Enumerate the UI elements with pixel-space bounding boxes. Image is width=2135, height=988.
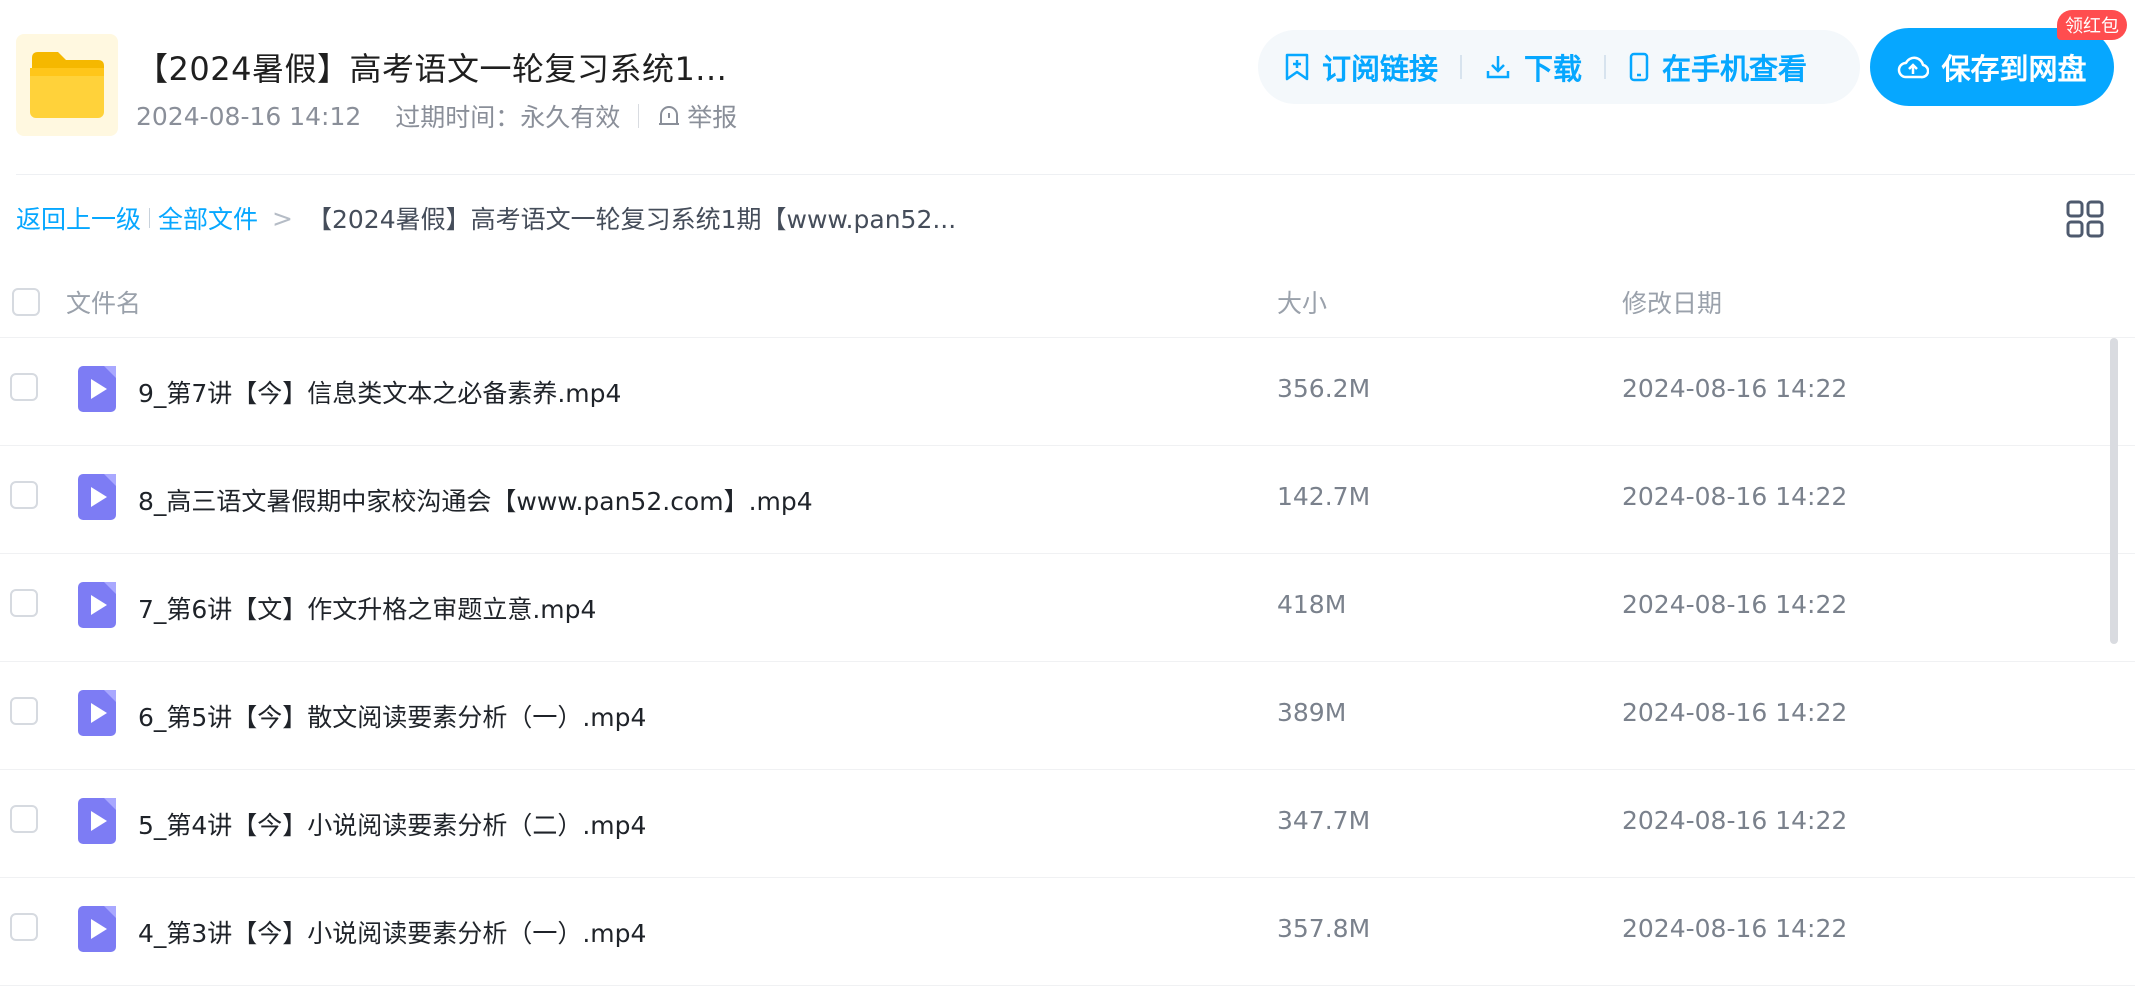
file-size: 389M: [1277, 698, 1347, 727]
row-checkbox[interactable]: [10, 697, 38, 725]
header-divider: [16, 174, 2135, 175]
row-checkbox[interactable]: [10, 913, 38, 941]
table-header: 文件名 大小 修改日期: [0, 270, 2135, 338]
meta-divider: [638, 104, 640, 128]
video-file-icon: [78, 474, 116, 520]
file-size: 418M: [1277, 590, 1347, 619]
report-label: 举报: [687, 103, 738, 132]
file-date: 2024-08-16 14:22: [1622, 698, 1848, 727]
expire-info: 过期时间：永久有效: [395, 103, 621, 132]
all-files-link[interactable]: 全部文件: [158, 200, 258, 236]
breadcrumb-divider: [149, 208, 151, 228]
breadcrumb-current: 【2024暑假】高考语文一轮复习系统1期【www.pan52...: [306, 205, 957, 234]
column-date-header[interactable]: 修改日期: [1622, 284, 1722, 320]
row-checkbox[interactable]: [10, 481, 38, 509]
file-date: 2024-08-16 14:22: [1622, 914, 1848, 943]
action-divider: [1604, 55, 1607, 79]
table-row[interactable]: 8_高三语文暑假期中家校沟通会【www.pan52.com】.mp4 142.7…: [0, 446, 2135, 554]
table-row[interactable]: 7_第6讲【文】作文升格之审题立意.mp4 418M 2024-08-16 14…: [0, 554, 2135, 662]
file-date: 2024-08-16 14:22: [1622, 590, 1848, 619]
video-file-icon: [78, 690, 116, 736]
select-all-checkbox[interactable]: [12, 288, 40, 316]
breadcrumb: 返回上一级 全部文件 > 【2024暑假】高考语文一轮复习系统1期【www.pa…: [16, 200, 956, 236]
red-packet-badge[interactable]: 领红包: [2057, 10, 2127, 40]
table-row[interactable]: 4_第3讲【今】小说阅读要素分析（一）.mp4 357.8M 2024-08-1…: [0, 878, 2135, 986]
file-date: 2024-08-16 14:22: [1622, 806, 1848, 835]
file-size: 142.7M: [1277, 482, 1371, 511]
row-checkbox[interactable]: [10, 805, 38, 833]
file-size: 347.7M: [1277, 806, 1371, 835]
file-name[interactable]: 4_第3讲【今】小说阅读要素分析（一）.mp4: [138, 914, 646, 950]
table-row[interactable]: 5_第4讲【今】小说阅读要素分析（二）.mp4 347.7M 2024-08-1…: [0, 770, 2135, 878]
file-name[interactable]: 5_第4讲【今】小说阅读要素分析（二）.mp4: [138, 806, 646, 842]
video-file-icon: [78, 582, 116, 628]
share-title: 【2024暑假】高考语文一轮复习系统1...: [136, 50, 728, 88]
download-button[interactable]: 下载: [1484, 46, 1582, 88]
file-date: 2024-08-16 14:22: [1622, 482, 1848, 511]
report-icon: [659, 106, 680, 125]
file-size: 357.8M: [1277, 914, 1371, 943]
column-name-header[interactable]: 文件名: [66, 284, 141, 320]
table-row[interactable]: 6_第5讲【今】散文阅读要素分析（一）.mp4 389M 2024-08-16 …: [0, 662, 2135, 770]
file-name[interactable]: 9_第7讲【今】信息类文本之必备素养.mp4: [138, 374, 621, 410]
file-list: 9_第7讲【今】信息类文本之必备素养.mp4 356.2M 2024-08-16…: [0, 338, 2135, 986]
download-label: 下载: [1524, 52, 1583, 86]
table-row[interactable]: 9_第7讲【今】信息类文本之必备素养.mp4 356.2M 2024-08-16…: [0, 338, 2135, 446]
cloud-upload-icon: [1898, 56, 1930, 79]
subscribe-label: 订阅链接: [1322, 52, 1439, 86]
save-label: 保存到网盘: [1941, 52, 2087, 86]
report-link[interactable]: 举报: [657, 98, 737, 134]
view-on-phone-button[interactable]: 在手机查看: [1628, 46, 1807, 88]
file-name[interactable]: 6_第5讲【今】散文阅读要素分析（一）.mp4: [138, 698, 646, 734]
video-file-icon: [78, 366, 116, 412]
back-link[interactable]: 返回上一级: [16, 200, 141, 236]
column-size-header[interactable]: 大小: [1277, 284, 1327, 320]
row-checkbox[interactable]: [10, 373, 38, 401]
row-checkbox[interactable]: [10, 589, 38, 617]
list-scrollbar[interactable]: [2110, 338, 2118, 644]
subscribe-button[interactable]: 订阅链接: [1284, 46, 1438, 88]
phone-label: 在手机查看: [1662, 52, 1808, 86]
folder-thumbnail: [16, 34, 118, 136]
bookmark-plus-icon: [1285, 53, 1309, 81]
file-name[interactable]: 8_高三语文暑假期中家校沟通会【www.pan52.com】.mp4: [138, 482, 813, 518]
share-date: 2024-08-16 14:12: [136, 101, 362, 131]
action-divider: [1460, 55, 1463, 79]
phone-icon: [1629, 52, 1649, 82]
share-meta: 2024-08-16 14:12 过期时间：永久有效 举报: [136, 98, 737, 134]
file-date: 2024-08-16 14:22: [1622, 374, 1848, 403]
video-file-icon: [78, 798, 116, 844]
grid-view-icon[interactable]: [2066, 200, 2104, 238]
download-icon: [1486, 56, 1510, 79]
folder-icon: [30, 52, 104, 118]
file-name[interactable]: 7_第6讲【文】作文升格之审题立意.mp4: [138, 590, 596, 626]
file-size: 356.2M: [1277, 374, 1371, 403]
action-bar: 订阅链接 下载 在手机查看: [1258, 30, 1860, 104]
breadcrumb-arrow: >: [272, 203, 293, 233]
video-file-icon: [78, 906, 116, 952]
